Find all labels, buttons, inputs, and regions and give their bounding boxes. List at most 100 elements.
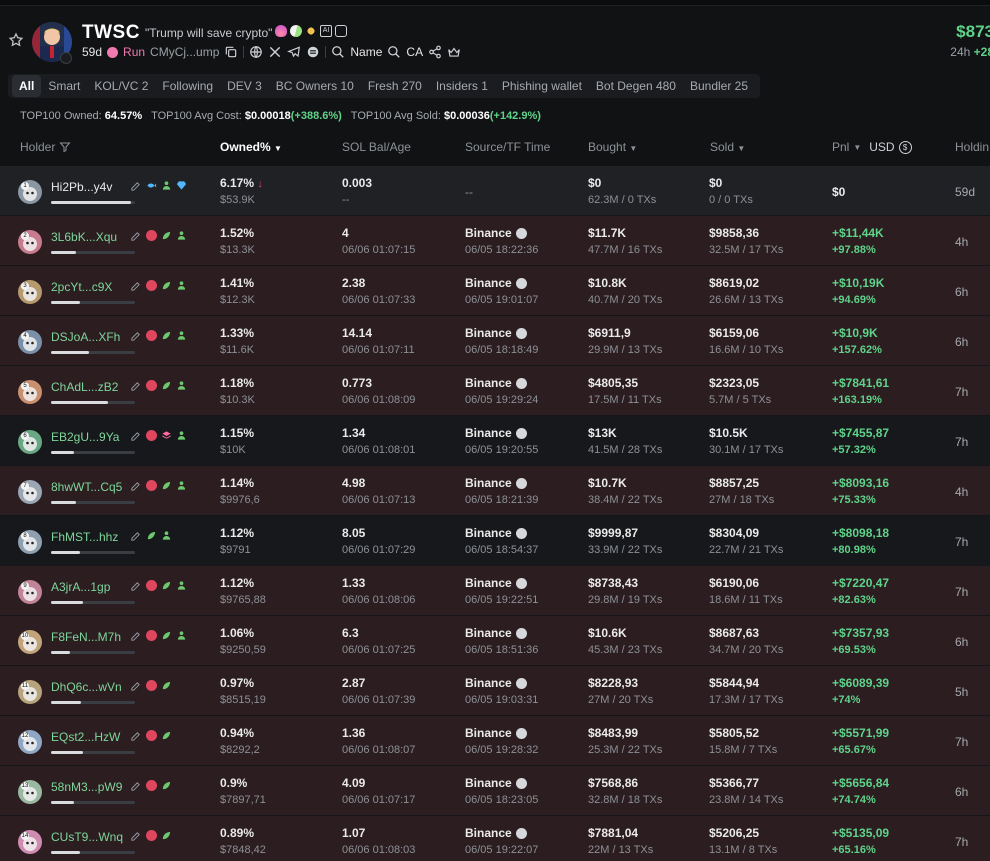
table-row[interactable]: 4 DSJoA...XFh 1.33% $11.6K 14.14 06/06 0…	[0, 316, 990, 366]
source-exchange[interactable]: Binance	[465, 376, 527, 390]
tab-following[interactable]: Following	[155, 75, 220, 97]
holder-address[interactable]: A3jrA...1gp	[51, 580, 110, 594]
table-row[interactable]: 10 F8FeN...M7h 1.06% $9250,59 6.3 06/06 …	[0, 616, 990, 666]
source-exchange[interactable]: Binance	[465, 776, 527, 790]
edit-icon[interactable]	[130, 531, 141, 542]
table-row[interactable]: 1 Hi2Pb...y4v 6.17% ↓ $53.9K 0.003 -- --…	[0, 166, 990, 216]
tab-all[interactable]: All	[12, 75, 42, 97]
holder-address[interactable]: EQst2...HzW	[51, 730, 120, 744]
source-exchange[interactable]: Binance	[465, 426, 527, 440]
holder-address[interactable]: 8hwWT...Cq5	[51, 480, 122, 494]
funding-time: 06/05 18:23:05	[465, 794, 539, 806]
source-exchange[interactable]: Binance	[465, 676, 527, 690]
edit-icon[interactable]	[130, 181, 141, 192]
telegram-icon[interactable]	[287, 45, 301, 59]
source-exchange[interactable]: Binance	[465, 226, 527, 240]
edit-icon[interactable]	[130, 731, 141, 742]
holder-column-header[interactable]: Holder	[20, 140, 71, 154]
holder-address[interactable]: 2pcYt...c9X	[51, 280, 112, 294]
search-ca-label[interactable]: CA	[406, 45, 423, 59]
sold-column-header[interactable]: Sold ▼	[710, 140, 745, 154]
owned-percent: 1.33%	[220, 326, 254, 340]
search-icon[interactable]	[387, 45, 401, 59]
tab-insiders-1[interactable]: Insiders 1	[429, 75, 495, 97]
table-row[interactable]: 3 2pcYt...c9X 1.41% $12.3K 2.38 06/06 01…	[0, 266, 990, 316]
pnl-percent: +75.33%	[832, 494, 876, 506]
table-row[interactable]: 14 CUsT9...Wnq 0.89% $7848,42 1.07 06/06…	[0, 816, 990, 861]
globe-icon[interactable]	[249, 45, 263, 59]
sol-column-header[interactable]: SOL Bal/Age	[342, 140, 411, 154]
tab-dev-3[interactable]: DEV 3	[220, 75, 269, 97]
table-row[interactable]: 2 3L6bK...Xqu 1.52% $13.3K 4 06/06 01:07…	[0, 216, 990, 266]
crown-icon[interactable]	[447, 45, 461, 59]
edit-icon[interactable]	[130, 231, 141, 242]
tab-kol-vc-2[interactable]: KOL/VC 2	[87, 75, 155, 97]
usd-toggle-label[interactable]: USD	[869, 140, 894, 154]
usd-toggle-icon[interactable]: $	[898, 140, 912, 154]
cost-change: (+388.6%)	[290, 110, 342, 122]
tab-bot-degen-480[interactable]: Bot Degen 480	[589, 75, 683, 97]
owned-column-header[interactable]: Owned% ▼	[220, 140, 282, 154]
x-icon[interactable]	[268, 45, 282, 59]
source-exchange[interactable]: Binance	[465, 476, 527, 490]
search-name-label[interactable]: Name	[350, 45, 382, 59]
table-row[interactable]: 13 58nM3...pW9 0.9% $7897,71 4.09 06/06 …	[0, 766, 990, 816]
binance-icon	[515, 827, 527, 839]
table-row[interactable]: 12 EQst2...HzW 0.94% $8292,2 1.36 06/06 …	[0, 716, 990, 766]
holder-address[interactable]: DSJoA...XFh	[51, 330, 120, 344]
holder-address[interactable]: EB2gU...9Ya	[51, 430, 119, 444]
table-row[interactable]: 5 ChAdL...zB2 1.18% $10.3K 0.773 06/06 0…	[0, 366, 990, 416]
table-row[interactable]: 6 EB2gU...9Ya 1.15% $10K 1.34 06/06 01:0…	[0, 416, 990, 466]
holder-address[interactable]: FhMST...hhz	[51, 530, 118, 544]
copy-icon[interactable]	[224, 45, 238, 59]
share-icon[interactable]	[428, 45, 442, 59]
holder-address[interactable]: CUsT9...Wnq	[51, 830, 123, 844]
pnl-percent: +65.67%	[832, 744, 876, 756]
table-row[interactable]: 8 FhMST...hhz 1.12% $9791 8.05 06/06 01:…	[0, 516, 990, 566]
holding-column-header[interactable]: Holdin	[955, 140, 989, 154]
bought-column-header[interactable]: Bought ▼	[588, 140, 637, 154]
holder-address[interactable]: F8FeN...M7h	[51, 630, 121, 644]
table-row[interactable]: 7 8hwWT...Cq5 1.14% $9976,6 4.98 06/06 0…	[0, 466, 990, 516]
edit-icon[interactable]	[130, 581, 141, 592]
edit-icon[interactable]	[130, 381, 141, 392]
source-label: Binance	[465, 726, 512, 740]
source-exchange[interactable]: Binance	[465, 326, 527, 340]
source-exchange[interactable]: Binance	[465, 726, 527, 740]
edit-icon[interactable]	[130, 831, 141, 842]
holder-address[interactable]: ChAdL...zB2	[51, 380, 118, 394]
source-column-header[interactable]: Source/TF Time	[465, 140, 550, 154]
holder-address[interactable]: 3L6bK...Xqu	[51, 230, 117, 244]
edit-icon[interactable]	[130, 631, 141, 642]
table-row[interactable]: 11 DhQ6c...wVn 0.97% $8515,19 2.87 06/06…	[0, 666, 990, 716]
owned-usd: $9765,88	[220, 594, 266, 606]
source-exchange[interactable]: Binance	[465, 526, 527, 540]
edit-icon[interactable]	[130, 681, 141, 692]
source-exchange[interactable]: Binance	[465, 826, 527, 840]
filter-icon[interactable]	[59, 141, 71, 153]
pnl-column-header[interactable]: Pnl ▼ USD $	[832, 140, 912, 154]
tab-bundler-25[interactable]: Bundler 25	[683, 75, 755, 97]
holder-address[interactable]: Hi2Pb...y4v	[51, 180, 112, 194]
star-icon[interactable]	[8, 32, 24, 48]
source-exchange[interactable]: Binance	[465, 276, 527, 290]
tab-phishing-wallet[interactable]: Phishing wallet	[495, 75, 589, 97]
edit-icon[interactable]	[130, 431, 141, 442]
edit-icon[interactable]	[130, 281, 141, 292]
table-row[interactable]: 9 A3jrA...1gp 1.12% $9765,88 1.33 06/06 …	[0, 566, 990, 616]
source-exchange[interactable]: Binance	[465, 576, 527, 590]
table-header: Holder Owned% ▼ SOL Bal/Age Source/TF Ti…	[0, 134, 990, 166]
chart-circle-icon[interactable]	[306, 45, 320, 59]
owned-value: 6.17%	[220, 176, 255, 190]
tab-bc-owners-10[interactable]: BC Owners 10	[269, 75, 361, 97]
tab-smart[interactable]: Smart	[41, 75, 87, 97]
sort-icon: ▼	[737, 144, 746, 153]
edit-icon[interactable]	[130, 331, 141, 342]
search-icon[interactable]	[331, 45, 345, 59]
tab-fresh-270[interactable]: Fresh 270	[361, 75, 429, 97]
holder-address[interactable]: DhQ6c...wVn	[51, 680, 122, 694]
source-exchange[interactable]: Binance	[465, 626, 527, 640]
holder-address[interactable]: 58nM3...pW9	[51, 780, 122, 794]
edit-icon[interactable]	[130, 481, 141, 492]
edit-icon[interactable]	[130, 781, 141, 792]
